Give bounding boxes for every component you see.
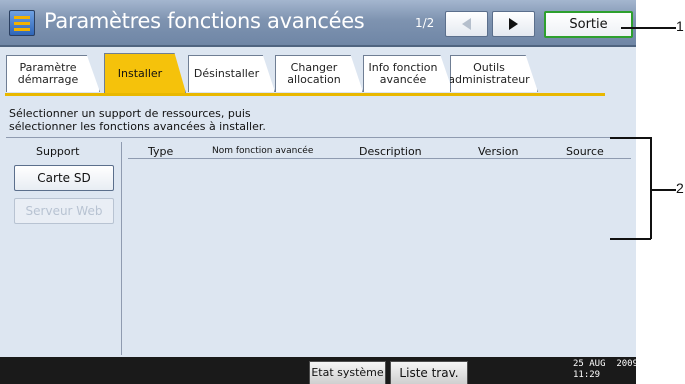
callout-bracket-top	[610, 137, 651, 139]
tab-admin-tools[interactable]: Outils administrateur	[450, 55, 538, 92]
column-divider	[121, 142, 122, 355]
web-server-button[interactable]: Serveur Web	[14, 198, 114, 224]
tab-label: Installer	[117, 66, 163, 80]
triangle-right-icon	[509, 18, 518, 30]
tab-bar: Paramètre démarrage Installer Désinstalle…	[0, 49, 636, 99]
content-panel	[6, 100, 636, 355]
previous-page-button[interactable]	[445, 11, 488, 37]
page-indicator: 1/2	[415, 16, 435, 30]
tab-install[interactable]: Installer	[104, 53, 186, 93]
tab-startup-settings[interactable]: Paramètre démarrage	[6, 55, 100, 92]
column-header-name: Nom fonction avancée	[212, 146, 314, 156]
tab-label: avancée	[379, 73, 427, 86]
date-text: 25 AUG 2009	[573, 359, 636, 369]
instruction-line: Sélectionner un support de ressources, p…	[9, 107, 251, 120]
callout-line-2	[650, 189, 676, 191]
instruction-line: sélectionner les fonctions avancées à in…	[9, 120, 266, 133]
time-text: 11:29	[573, 370, 601, 380]
column-header-type: Type	[148, 145, 174, 158]
title-bar: Paramètres fonctions avancées 1/2 Sortie	[0, 0, 636, 47]
tab-label: administrateur	[448, 73, 530, 86]
device-screen: Paramètres fonctions avancées 1/2 Sortie…	[0, 0, 636, 384]
tab-label: allocation	[287, 73, 341, 86]
column-header-source: Source	[566, 145, 604, 158]
column-header-description: Description	[359, 145, 422, 158]
next-page-button[interactable]	[492, 11, 535, 37]
job-list-button[interactable]: Liste trav.	[390, 361, 468, 384]
exit-button[interactable]: Sortie	[544, 11, 633, 38]
page-title: Paramètres fonctions avancées	[44, 9, 365, 33]
system-status-button[interactable]: Etat système	[309, 361, 386, 384]
support-header: Support	[36, 145, 80, 158]
callout-2: 2	[676, 180, 684, 196]
tab-feature-info[interactable]: Info fonction avancée	[363, 55, 453, 92]
tab-label: Désinstaller	[193, 67, 260, 80]
callout-1: 1	[676, 18, 684, 34]
callout-bracket-side	[650, 137, 652, 239]
tab-uninstall[interactable]: Désinstaller	[188, 55, 275, 92]
clock: 25 AUG 2009 11:29	[573, 359, 636, 381]
triangle-left-icon	[462, 18, 471, 30]
tab-change-allocation[interactable]: Changer allocation	[275, 55, 363, 92]
section-divider	[6, 137, 636, 138]
tab-label: démarrage	[17, 73, 79, 86]
column-header-version: Version	[478, 145, 519, 158]
callout-bracket-bottom	[610, 238, 651, 240]
instruction-text: Sélectionner un support de ressources, p…	[9, 107, 266, 133]
advanced-features-icon	[9, 10, 35, 36]
table-header-rule	[128, 158, 631, 159]
tab-underline	[5, 93, 605, 96]
callout-line-1	[621, 27, 676, 29]
sd-card-button[interactable]: Carte SD	[14, 165, 114, 191]
